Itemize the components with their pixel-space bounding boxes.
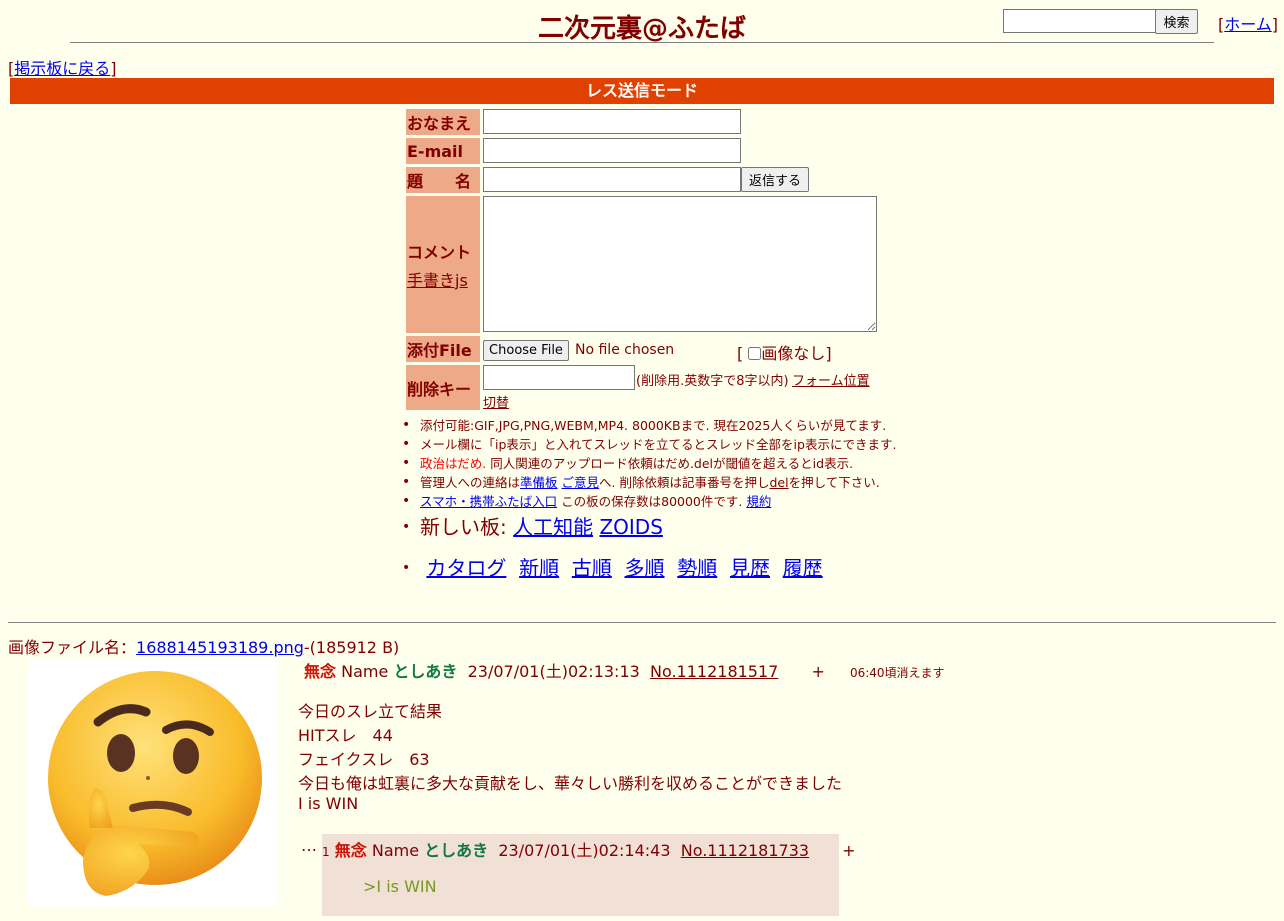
board-notes: 添付可能:GIF,JPG,PNG,WEBM,MP4. 8000KBまで. 現在2… — [402, 416, 910, 581]
note-contact: 管理人への連絡は準備板 ご意見へ. 削除依頼は記事番号を押しdelを押して下さい… — [402, 473, 910, 492]
nav-links: カタログ 新順 古順 多順 勢順 見歴 履歴 — [402, 555, 910, 581]
delete-key-label: 削除キー — [406, 365, 480, 410]
reply-mode-bar: レス送信モード — [10, 78, 1274, 104]
reply-plus-button[interactable]: + — [842, 841, 855, 860]
post-body-line: 今日のスレ立て結果 — [298, 702, 443, 721]
name-input[interactable] — [483, 109, 741, 134]
reply-post: 1 無念 Name としあき 23/07/01(土)02:14:43 No.11… — [322, 834, 856, 916]
form-position-toggle-link-2[interactable]: 切替 — [483, 392, 509, 411]
note-mobile: スマホ・携帯ふたば入口 この板の保存数は80000件です. 規約 — [402, 492, 910, 511]
file-size: -(185912 B) — [303, 638, 400, 657]
reply-ellipsis: … — [301, 836, 317, 855]
handwrite-js-link[interactable]: 手書きjs — [407, 267, 468, 291]
rules-link[interactable]: 規約 — [746, 494, 771, 509]
comment-label-cell: コメント 手書きjs — [406, 196, 480, 333]
no-image-label: 画像なし — [761, 344, 826, 363]
home-link[interactable]: ホーム — [1224, 15, 1272, 34]
search-button[interactable]: 検索 — [1155, 9, 1198, 34]
form-position-toggle-link[interactable]: フォーム位置 — [792, 370, 870, 389]
note-storage-text: この板の保存数は80000件です. — [557, 494, 743, 509]
subject-input[interactable] — [483, 167, 741, 192]
mobile-entrance-link[interactable]: スマホ・携帯ふたば入口 — [420, 494, 557, 509]
subject-label: 題 名 — [406, 167, 480, 193]
note-ip: メール欄に「ip表示」と入れてスレッドを立てるとスレッド全部をip表示にできます… — [402, 435, 910, 454]
no-file-text: No file chosen — [575, 342, 675, 358]
board-link-ai[interactable]: 人工知能 — [513, 515, 593, 539]
post-date: 23/07/01(土)02:13:13 — [467, 662, 640, 681]
sort-momentum-link[interactable]: 勢順 — [677, 556, 717, 580]
thread-divider — [8, 622, 1276, 623]
note-upload: 添付可能:GIF,JPG,PNG,WEBM,MP4. 8000KBまで. 現在2… — [402, 416, 910, 435]
no-image-checkbox[interactable] — [748, 347, 762, 360]
no-image-wrap: [ 画像なし] — [737, 344, 832, 363]
catalog-link[interactable]: カタログ — [426, 556, 506, 580]
post-body-line: 今日も俺は虹裏に多大な貢献をし、華々しい勝利を収めることができました — [298, 774, 843, 793]
delete-key-input[interactable] — [483, 365, 635, 390]
board-link-zoids[interactable]: ZOIDS — [599, 515, 662, 539]
reply-subject: 無念 — [334, 841, 367, 860]
prep-board-link[interactable]: 準備板 — [520, 475, 558, 490]
post-name: としあき — [393, 662, 458, 681]
image-file-link[interactable]: 1688145193189.png — [136, 638, 304, 657]
sort-old-link[interactable]: 古順 — [572, 556, 612, 580]
thinking-face-icon — [48, 671, 262, 896]
choose-file-button[interactable]: Choose File — [483, 340, 569, 361]
note-contact-text-3: を押して下さい. — [788, 475, 880, 490]
note-contact-text: 管理人への連絡は — [420, 475, 521, 490]
search-input[interactable] — [1003, 9, 1156, 33]
comment-label: コメント — [407, 242, 472, 262]
file-label: 添付File — [406, 336, 480, 362]
feedback-link[interactable]: ご意見 — [562, 475, 600, 490]
post-name-label: Name — [341, 662, 389, 681]
title-divider — [70, 42, 1214, 43]
comment-textarea[interactable] — [483, 196, 877, 332]
file-label-text: 画像ファイル名： — [8, 638, 137, 657]
post-body-line: HITスレ 44 — [298, 726, 393, 745]
sort-many-link[interactable]: 多順 — [625, 556, 665, 580]
post-subject: 無念 — [304, 662, 337, 681]
delete-key-note: (削除用.英数字で8字以内) — [636, 374, 789, 389]
email-label: E-mail — [406, 138, 480, 164]
reply-name: としあき — [424, 841, 489, 860]
note-politics-warning: 政治はだめ. — [420, 456, 487, 471]
post-body-line: I is WIN — [298, 794, 359, 813]
post-plus-button[interactable]: + — [811, 662, 824, 681]
back-to-board-link[interactable]: 掲示板に戻る — [14, 59, 110, 78]
back-link-wrap: [掲示板に戻る] — [8, 59, 117, 78]
reply-index: 1 — [322, 845, 330, 859]
post-header: 無念 Name としあき 23/07/01(土)02:13:13 No.1112… — [304, 658, 945, 682]
post-body-line: フェイクスレ 63 — [298, 750, 430, 769]
post-expire-time: 06:40頃消えます — [849, 666, 945, 680]
reply-date: 23/07/01(土)02:14:43 — [498, 841, 671, 860]
note-contact-text-2: へ. 削除依頼は記事番号を押し — [599, 475, 770, 490]
del-link[interactable]: del — [769, 475, 788, 490]
reply-number-link[interactable]: No.1112181733 — [681, 841, 809, 860]
reply-name-label: Name — [371, 841, 420, 860]
note-politics: 政治はだめ. 同人関連のアップロード依頼はだめ.delが閾値を超えるとid表示. — [402, 454, 910, 473]
new-boards-label: 新しい板: — [420, 515, 507, 539]
submit-reply-button[interactable]: 返信する — [741, 167, 809, 192]
sort-new-link[interactable]: 新順 — [519, 556, 559, 580]
post-history-link[interactable]: 履歴 — [783, 556, 823, 580]
post-number-link[interactable]: No.1112181517 — [650, 662, 778, 681]
reply-quote-text: >I is WIN — [363, 877, 437, 896]
file-info: 画像ファイル名：1688145193189.png-(185912 B) — [8, 634, 399, 658]
note-politics-text: 同人関連のアップロード依頼はだめ.delが閾値を超えるとid表示. — [486, 456, 854, 471]
home-link-wrap: [ホーム] — [1218, 15, 1279, 34]
name-label: おなまえ — [406, 109, 480, 135]
thread-image[interactable] — [28, 660, 278, 906]
new-boards: 新しい板: 人工知能 ZOIDS — [402, 514, 910, 540]
view-history-link[interactable]: 見歴 — [730, 556, 770, 580]
reply-header: 1 無念 Name としあき 23/07/01(土)02:14:43 No.11… — [322, 837, 856, 861]
email-input[interactable] — [483, 138, 741, 163]
